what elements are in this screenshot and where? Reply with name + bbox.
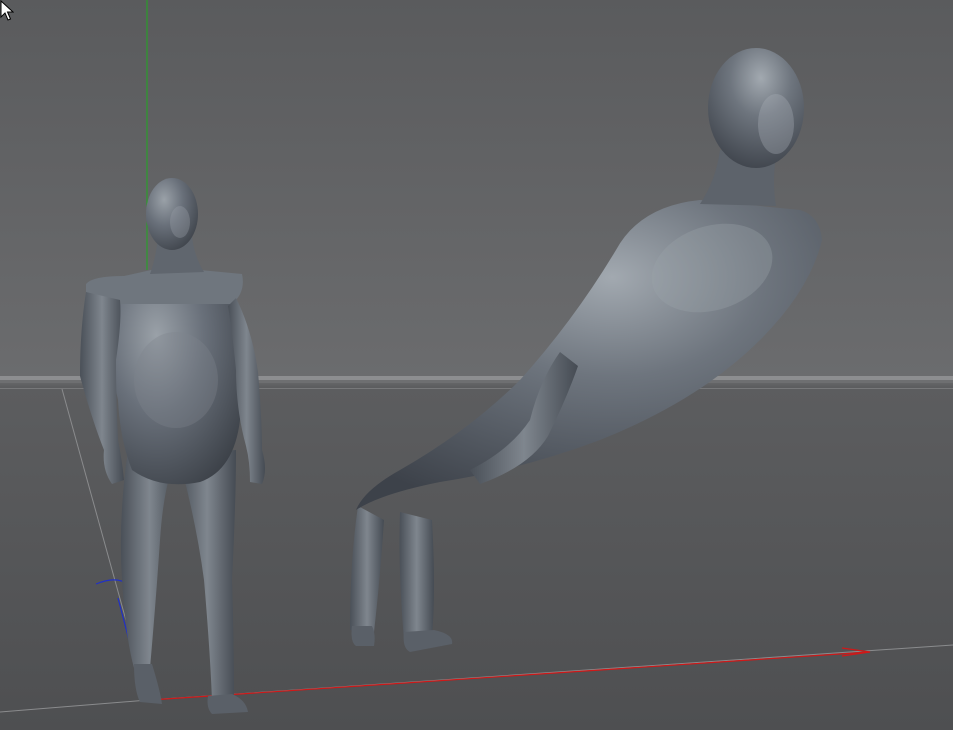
deformed-figure-left-foot	[351, 626, 375, 646]
deformed-figure-right-leg	[399, 512, 434, 640]
3d-viewport[interactable]	[0, 0, 953, 730]
arrow-cursor-icon	[0, 0, 14, 21]
viewport-canvas[interactable]	[0, 0, 953, 730]
